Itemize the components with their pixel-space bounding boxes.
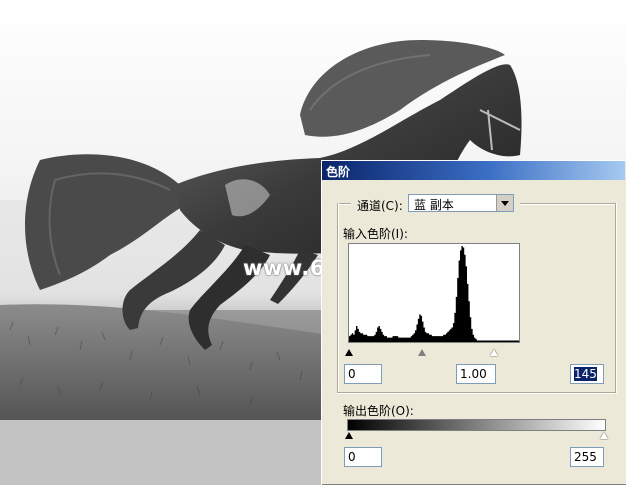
group-right (615, 203, 616, 393)
group-top-right (520, 203, 615, 204)
output-black-slider[interactable] (345, 432, 353, 439)
histogram-graph (349, 246, 519, 342)
input-gamma-slider[interactable] (418, 349, 426, 356)
levels-dialog-titlebar[interactable]: 色阶 (322, 161, 625, 180)
input-black-field[interactable]: 0 (344, 364, 382, 384)
histogram-area (349, 246, 519, 342)
channel-select[interactable]: 蓝 副本 (408, 194, 514, 212)
histogram (348, 243, 520, 343)
dialog-title: 色阶 (326, 165, 351, 179)
output-white-field[interactable]: 255 (570, 447, 604, 467)
output-black-field[interactable]: 0 (344, 447, 382, 467)
output-gradient-bar (347, 419, 606, 431)
input-black-slider[interactable] (345, 349, 353, 356)
input-white-field[interactable]: 145 (570, 364, 604, 384)
channel-select-value: 蓝 副本 (414, 198, 454, 212)
input-white-slider[interactable] (490, 349, 498, 356)
chevron-down-icon[interactable] (496, 195, 513, 211)
output-levels-label: 输出色阶(O): (343, 404, 414, 418)
channel-label: 通道(C): (357, 199, 403, 213)
input-gamma-field[interactable]: 1.00 (456, 364, 496, 384)
group-left (337, 203, 338, 393)
output-white-slider[interactable] (600, 432, 608, 439)
group-bottom (337, 392, 615, 393)
input-levels-label: 输入色阶(I): (343, 227, 408, 241)
group-top-left (337, 203, 351, 204)
